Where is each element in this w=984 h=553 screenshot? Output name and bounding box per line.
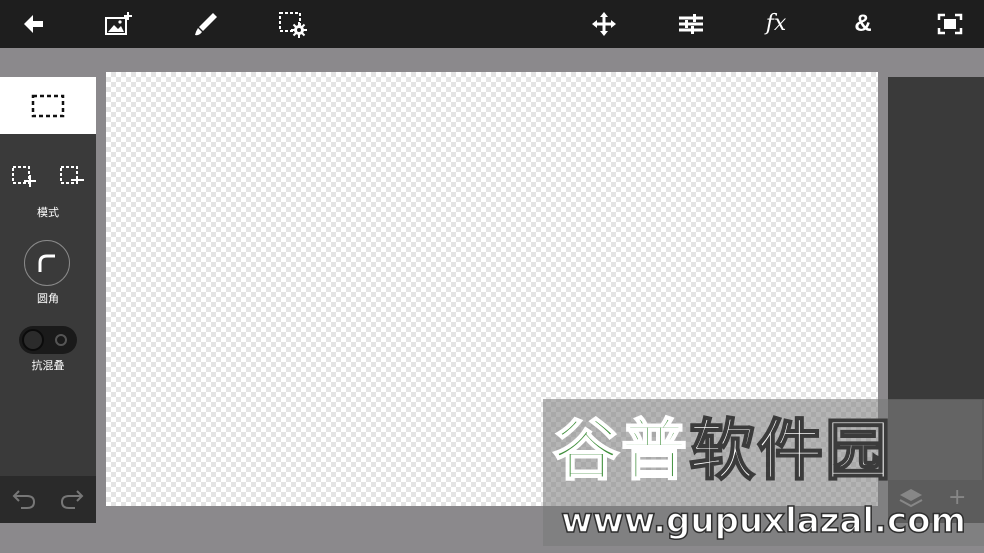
undo-redo-bar	[0, 476, 96, 523]
selection-settings-button[interactable]	[276, 8, 308, 40]
brush-icon	[195, 13, 217, 36]
fx-icon: fx	[765, 11, 787, 36]
add-image-button[interactable]	[103, 8, 135, 40]
rounded-corner-button[interactable]	[24, 240, 70, 286]
selection-mode-row	[0, 165, 96, 189]
add-selection-button[interactable]	[11, 165, 37, 191]
fit-screen-button[interactable]	[934, 8, 966, 40]
rectangle-select-icon	[31, 94, 65, 117]
move-arrows-icon	[592, 12, 616, 36]
selection-subtract-icon	[60, 166, 84, 184]
antialias-toggle[interactable]	[19, 326, 77, 354]
top-toolbar: fx &	[0, 0, 984, 48]
rounded-corner-label: 圆角	[37, 292, 59, 305]
undo-button[interactable]	[11, 488, 37, 514]
watermark-title-white: 软件园	[688, 412, 893, 489]
toggle-knob	[22, 329, 44, 351]
toggle-off-indicator	[55, 334, 67, 346]
watermark-title-green: 谷普	[552, 412, 689, 489]
fit-screen-icon	[937, 13, 963, 35]
antialias-label: 抗混叠	[31, 359, 65, 372]
subtract-selection-button[interactable]	[59, 165, 85, 191]
blend-button[interactable]: &	[847, 8, 879, 40]
redo-icon	[60, 490, 84, 509]
ampersand-icon: &	[854, 10, 872, 37]
watermark-title: 谷普软件园	[552, 412, 983, 489]
effects-button[interactable]: fx	[760, 8, 792, 40]
left-tool-panel: 模式 圆角 抗混叠	[0, 77, 96, 523]
watermark-url: www.gupuxlazal.com	[560, 500, 966, 542]
sliders-icon	[679, 14, 703, 34]
arrow-left-icon	[24, 15, 43, 33]
selection-add-icon	[12, 166, 36, 187]
rectangle-select-tool[interactable]	[0, 77, 96, 134]
move-button[interactable]	[588, 8, 620, 40]
selection-settings-icon	[279, 12, 307, 38]
watermark-overlay: 谷普软件园 www.gupuxlazal.com	[543, 399, 984, 546]
adjustments-button[interactable]	[675, 8, 707, 40]
back-button[interactable]	[18, 8, 50, 40]
undo-icon	[12, 490, 36, 509]
redo-button[interactable]	[59, 488, 85, 514]
mode-label: 模式	[37, 206, 59, 219]
add-image-icon	[105, 12, 132, 35]
brush-button[interactable]	[190, 8, 222, 40]
rounded-corner-icon	[38, 254, 55, 272]
